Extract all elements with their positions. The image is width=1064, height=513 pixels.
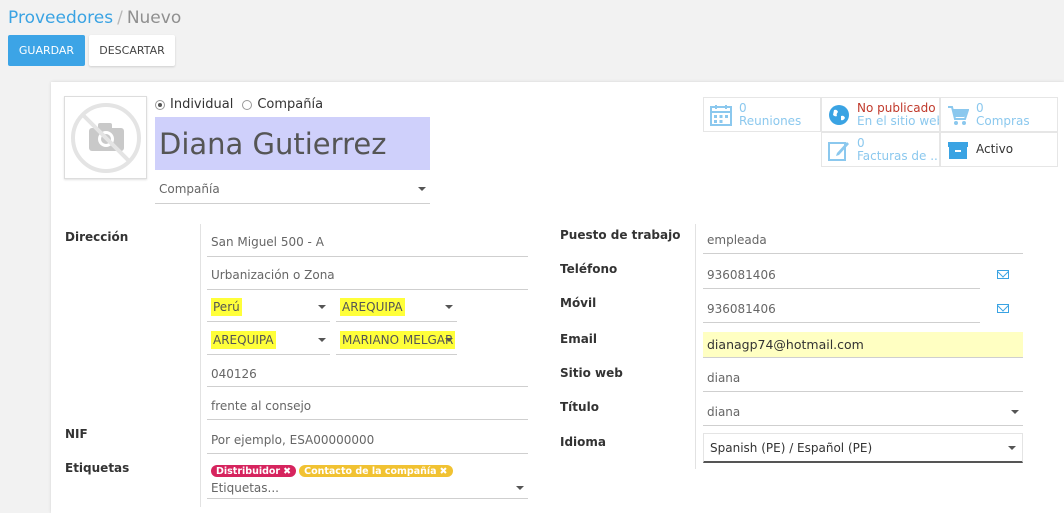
- archive-box-icon: [948, 141, 968, 159]
- chevron-down-icon: [318, 337, 326, 342]
- edit-document-icon: [828, 141, 849, 161]
- website-input[interactable]: diana: [703, 364, 1023, 392]
- partner-name-input[interactable]: Diana Gutierrez: [155, 117, 430, 170]
- remove-tag-icon[interactable]: ✖: [440, 466, 448, 477]
- tag-contacto-compania-label: Contacto de la compañía: [304, 465, 437, 477]
- globe-icon: [829, 104, 849, 125]
- country-select[interactable]: Perú: [207, 292, 330, 322]
- sms-envelope-icon[interactable]: [997, 304, 1009, 313]
- tag-distribuidor[interactable]: Distribuidor ✖: [211, 465, 297, 477]
- mobile-label: Móvil: [560, 296, 597, 310]
- chevron-down-icon: [445, 337, 453, 342]
- discard-button[interactable]: DESCARTAR: [89, 35, 175, 66]
- street-input[interactable]: San Miguel 500 - A: [207, 228, 528, 257]
- tag-distribuidor-label: Distribuidor: [216, 465, 281, 477]
- chevron-down-icon: [516, 485, 524, 490]
- chevron-down-icon: [445, 304, 453, 309]
- job-position-label: Puesto de trabajo: [560, 228, 681, 242]
- email-input[interactable]: dianagp74@hotmail.com: [703, 332, 1023, 358]
- chevron-down-icon: [1008, 445, 1016, 450]
- job-position-input[interactable]: empleada: [703, 227, 1023, 254]
- meetings-stat-button[interactable]: 0 Reuniones: [703, 97, 821, 132]
- province-select[interactable]: AREQUIPA: [207, 325, 330, 355]
- zip-input[interactable]: 040126: [207, 361, 528, 387]
- remove-tag-icon[interactable]: ✖: [283, 466, 291, 477]
- language-value: Spanish (PE) / Español (PE): [710, 440, 873, 455]
- parent-company-select[interactable]: Compañía: [155, 174, 430, 204]
- tags-input[interactable]: Etiquetas...: [207, 477, 528, 499]
- tags-placeholder: Etiquetas...: [211, 480, 279, 495]
- phone-label: Teléfono: [560, 262, 618, 276]
- tags-list: Distribuidor ✖ Contacto de la compañía ✖: [211, 465, 456, 477]
- title-value: diana: [707, 404, 741, 419]
- district-value: MARIANO MELGAR: [340, 330, 456, 349]
- radio-individual[interactable]: [155, 99, 165, 110]
- calendar-icon: [710, 104, 732, 126]
- nif-input[interactable]: Por ejemplo, ESA00000000: [207, 426, 528, 454]
- publish-location: En el sitio web: [857, 113, 940, 128]
- tags-label: Etiquetas: [65, 461, 130, 475]
- breadcrumb-parent-link[interactable]: Proveedores: [8, 8, 113, 28]
- purchases-label: Compras: [976, 113, 1030, 128]
- state-value: AREQUIPA: [340, 297, 405, 316]
- phone-input[interactable]: 936081406: [703, 261, 980, 289]
- province-value: AREQUIPA: [211, 330, 276, 349]
- district-select[interactable]: MARIANO MELGAR: [336, 325, 457, 355]
- active-label: Activo: [976, 142, 1014, 156]
- language-select[interactable]: Spanish (PE) / Español (PE): [703, 433, 1023, 463]
- company-type-radio-group: Individual Compañía: [155, 97, 323, 112]
- address-label: Dirección: [65, 230, 129, 244]
- radio-individual-label: Individual: [170, 97, 234, 112]
- title-label: Título: [560, 400, 599, 414]
- breadcrumb-separator: /: [117, 8, 123, 28]
- shopping-cart-icon: [948, 105, 969, 125]
- parent-company-placeholder: Compañía: [159, 181, 220, 196]
- breadcrumb: Proveedores / Nuevo: [8, 8, 181, 28]
- website-publish-button[interactable]: No publicado En el sitio web: [821, 97, 940, 132]
- mobile-field: 936081406: [703, 295, 1023, 323]
- purchases-count: 0: [976, 100, 984, 115]
- mobile-input[interactable]: 936081406: [703, 295, 980, 323]
- vendor-bills-stat-button[interactable]: 0 Facturas de ...: [821, 132, 940, 167]
- vendor-bills-count: 0: [857, 135, 865, 150]
- vendor-bills-label: Facturas de ...: [857, 148, 940, 163]
- phone-field: 936081406: [703, 261, 1023, 289]
- address-reference-input[interactable]: frente al consejo: [207, 392, 528, 420]
- chevron-down-icon: [1011, 409, 1019, 414]
- title-select[interactable]: diana: [703, 398, 1023, 426]
- email-label: Email: [560, 332, 598, 346]
- avatar[interactable]: [64, 96, 147, 179]
- meetings-label: Reuniones: [739, 113, 802, 128]
- publish-status: No publicado: [857, 100, 936, 115]
- website-label: Sitio web: [560, 366, 623, 380]
- right-column-divider: [695, 224, 696, 469]
- active-toggle-button[interactable]: Activo: [940, 132, 1058, 167]
- no-photo-camera-icon: [71, 103, 141, 173]
- sms-envelope-icon[interactable]: [997, 270, 1009, 279]
- language-label: Idioma: [560, 435, 607, 449]
- meetings-count: 0: [739, 100, 747, 115]
- nif-label: NIF: [65, 427, 88, 441]
- save-button[interactable]: GUARDAR: [8, 35, 85, 66]
- chevron-down-icon: [318, 304, 326, 309]
- radio-company[interactable]: [242, 99, 253, 110]
- breadcrumb-current: Nuevo: [126, 8, 182, 28]
- radio-company-label: Compañía: [257, 97, 324, 112]
- tag-contacto-compania[interactable]: Contacto de la compañía ✖: [299, 465, 453, 477]
- left-column-divider: [200, 224, 201, 507]
- street2-input[interactable]: Urbanización o Zona: [207, 261, 528, 290]
- purchases-stat-button[interactable]: 0 Compras: [940, 97, 1058, 132]
- chevron-down-icon: [418, 186, 426, 191]
- state-select[interactable]: AREQUIPA: [336, 292, 457, 322]
- country-value: Perú: [211, 297, 242, 316]
